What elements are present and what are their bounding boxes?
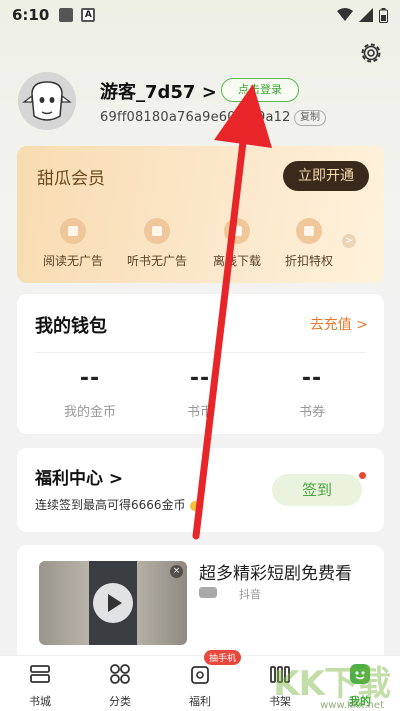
headphones-icon [144,218,170,244]
username[interactable]: 游客_7d57 > [100,78,217,104]
wallet-book-coins[interactable]: -- 书币 [145,366,255,420]
drama-source: 抖音 [239,588,261,601]
welfare-center-card[interactable]: 福利中心 > 连续签到最高可得6666金币 签到 [17,448,384,532]
divider [35,352,366,353]
recharge-link[interactable]: 去充值 > [310,314,368,334]
welfare-subtitle: 连续签到最高可得6666金币 [35,496,200,513]
status-bar: 6:10 A [0,0,400,30]
welfare-icon [191,666,209,684]
perks-more-chevron-icon[interactable]: > [342,234,356,248]
vip-perks: 阅读无广告 听书无广告 离线下载 折扣特权 [17,218,384,278]
wallet-vouchers[interactable]: -- 书券 [257,366,367,420]
chevron-right-icon: > [356,317,368,333]
no-ads-icon [60,218,86,244]
ad-tag: ​ [199,587,217,598]
wallet-card: 我的钱包 去充值 > -- 我的金币 -- 书币 -- 书券 [17,294,384,434]
login-button[interactable]: 点击登录 [221,78,299,102]
profile-header: 游客_7d57 > 点击登录 69ff08180a76a9e6005 9a12 … [18,72,382,134]
signin-button[interactable]: 签到 [272,474,362,506]
settings-gear-icon[interactable] [358,40,384,66]
perk-no-ads-audio[interactable]: 听书无广告 [115,218,199,269]
sheep-avatar-icon [18,72,76,130]
perk-no-ads-reading[interactable]: 阅读无广告 [31,218,115,269]
coin-icon [189,500,200,511]
notification-dot [359,472,366,479]
tab-welfare[interactable]: 福利 [160,662,240,709]
tab-category[interactable]: 分类 [80,662,160,709]
copy-id-button[interactable]: 复制 [294,110,326,126]
wifi-icon [337,8,353,21]
close-icon[interactable]: × [170,565,183,578]
wallet-coins[interactable]: -- 我的金币 [35,366,145,420]
avatar[interactable] [18,72,76,130]
bookstore-icon [30,665,50,683]
battery-icon [379,7,388,23]
discount-icon [296,218,322,244]
welfare-badge: 抽手机 [204,650,242,665]
status-time: 6:10 [12,6,50,24]
tab-bookstore[interactable]: 书城 [0,662,80,709]
drama-thumbnail[interactable]: × [39,561,187,645]
vip-membership-card: 甜瓜会员 立即开通 阅读无广告 听书无广告 离线下载 折扣特权 > [17,146,384,283]
vip-open-button[interactable]: 立即开通 [283,161,369,191]
welfare-title: 福利中心 > [35,469,124,489]
user-id: 69ff08180a76a9e6005 9a12 [100,110,291,125]
signal-icon [359,8,373,22]
notification-icon [59,8,74,22]
vip-title: 甜瓜会员 [37,169,105,189]
chevron-right-icon: > [201,82,217,103]
download-icon [224,218,250,244]
category-icon [110,664,130,684]
perk-discount[interactable]: 折扣特权 [267,218,351,269]
play-icon[interactable] [93,583,133,623]
wallet-title: 我的钱包 [35,316,107,337]
watermark-url: www.kkx.net [320,700,384,711]
watermark-logo: KK下载 [273,664,391,704]
drama-title: 超多精彩短剧免费看 [199,564,352,584]
short-drama-card[interactable]: × 超多精彩短剧免费看 ​ 抖音 [17,545,384,660]
app-notification-icon: A [81,8,96,22]
chevron-right-icon: > [108,469,124,489]
